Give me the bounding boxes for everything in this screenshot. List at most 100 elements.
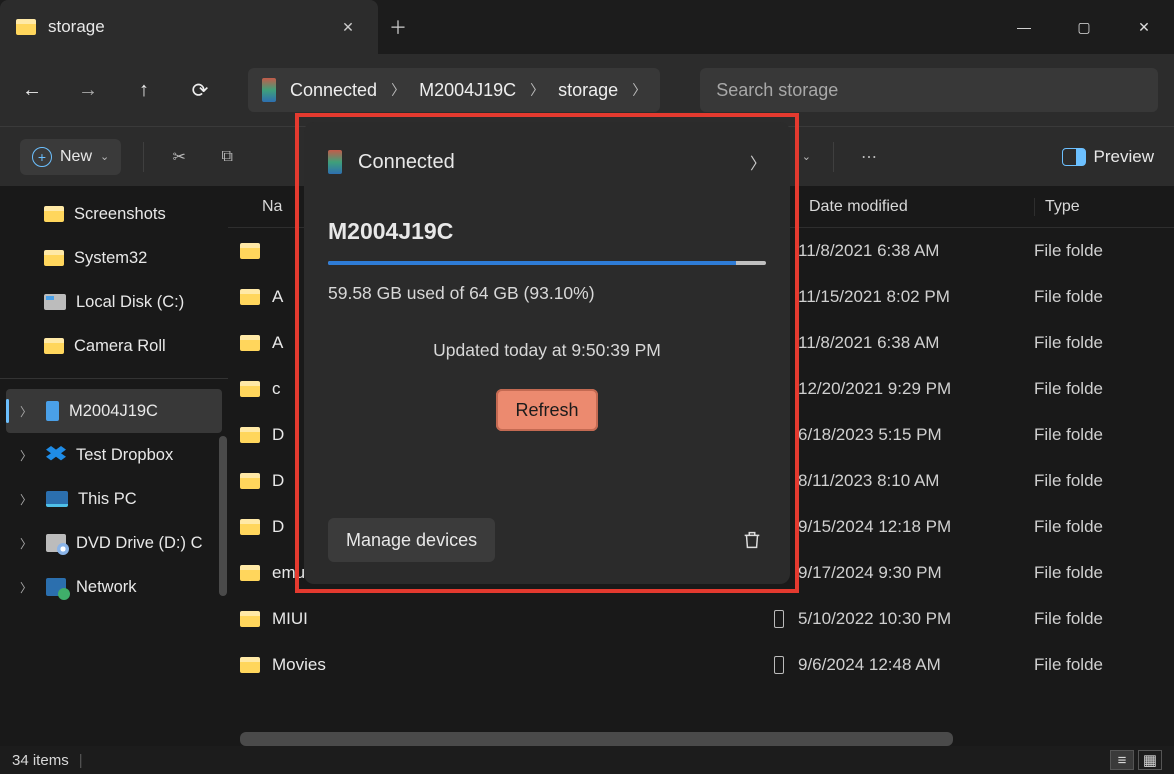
date-modified: 9/17/2024 9:30 PM [798,563,1034,583]
preview-label: Preview [1094,147,1154,167]
more-icon[interactable]: ⋯ [856,144,882,170]
sidebar-item[interactable]: 〉M2004J19C [6,389,222,433]
chevron-right-icon[interactable]: 〉 [20,535,32,552]
close-tab-icon[interactable]: ✕ [334,13,362,41]
file-name: D [272,517,284,537]
search-input[interactable]: Search storage [700,68,1158,112]
breadcrumb-storage[interactable]: storage [558,80,618,101]
device-icon [328,150,342,174]
search-placeholder: Search storage [716,80,838,101]
folder-icon [240,427,260,443]
folder-icon [240,335,260,351]
date-modified: 11/15/2021 8:02 PM [798,287,1034,307]
refresh-nav-button[interactable]: ⟳ [184,74,216,106]
folder-icon [240,611,260,627]
folder-icon [44,206,64,222]
pc-icon [46,491,68,507]
drive-icon [44,294,66,310]
tab-storage[interactable]: storage ✕ [0,0,378,54]
file-type: File folde [1034,241,1174,261]
date-modified: 12/20/2021 9:29 PM [798,379,1034,399]
folder-icon [240,519,260,535]
file-name: D [272,471,284,491]
manage-devices-button[interactable]: Manage devices [328,518,495,562]
device-panel: Connected 〉 M2004J19C 59.58 GB used of 6… [304,122,790,584]
cut-icon[interactable]: ✂ [166,144,192,170]
chevron-right-icon[interactable]: 〉 [20,447,32,464]
maximize-button[interactable]: ▢ [1054,7,1114,47]
phone-badge-icon [774,656,784,674]
chevron-right-icon[interactable]: 〉 [20,403,32,420]
sidebar-item[interactable]: Local Disk (C:) [0,280,228,324]
trash-icon[interactable] [738,526,766,554]
minimize-button[interactable]: ― [994,7,1054,47]
sidebar-scrollbar[interactable] [219,436,227,596]
dvd-icon [46,534,66,552]
file-name: MIUI [272,609,308,629]
dropbox-icon [46,446,66,464]
chevron-right-icon[interactable]: 〉 [632,80,646,100]
sidebar-item-label: Network [76,578,137,597]
folder-icon [240,243,260,259]
date-modified: 11/8/2021 6:38 AM [798,333,1034,353]
folder-icon [240,657,260,673]
sidebar-item[interactable]: 〉 DVD Drive (D:) C [0,521,228,565]
new-button[interactable]: + New ⌄ [20,139,121,175]
copy-icon[interactable]: ⧉ [214,144,240,170]
sidebar-item[interactable]: Camera Roll [0,324,228,368]
sidebar-item-label: DVD Drive (D:) C [76,534,203,553]
chevron-right-icon[interactable]: 〉 [750,150,766,174]
sidebar-item[interactable]: 〉This PC [0,477,228,521]
file-type: File folde [1034,517,1174,537]
sidebar-item[interactable]: Screenshots [0,192,228,236]
file-name: c [272,379,281,399]
divider [143,142,144,172]
table-row[interactable]: MIUI5/10/2022 10:30 PMFile folde [228,596,1174,642]
column-type[interactable]: Type [1034,198,1174,216]
up-button[interactable]: ↑ [128,74,160,106]
address-bar: ← → ↑ ⟳ Connected 〉 M2004J19C 〉 storage … [0,54,1174,126]
divider [833,142,834,172]
sidebar: ScreenshotsSystem32Local Disk (C:) Camera… [0,186,228,746]
status-bar: 34 items | ≡ ▦ [0,746,1174,774]
breadcrumb-connected[interactable]: Connected [290,80,377,101]
storage-usage: 59.58 GB used of 64 GB (93.10%) [328,283,766,304]
column-date[interactable]: Date modified [798,198,1034,216]
folder-icon [240,565,260,581]
sidebar-item[interactable]: 〉 Network [0,565,228,609]
sidebar-item-label: Camera Roll [74,337,166,356]
details-view-icon[interactable]: ≡ [1110,750,1134,770]
chevron-down-icon: ⌄ [100,150,109,163]
forward-button[interactable]: → [72,74,104,106]
chevron-down-icon: ⌄ [802,150,811,163]
phone-badge-icon [774,610,784,628]
folder-icon [240,473,260,489]
back-button[interactable]: ← [16,74,48,106]
content-scrollbar[interactable] [240,732,1154,746]
breadcrumb-device[interactable]: M2004J19C [419,80,516,101]
table-row[interactable]: Movies9/6/2024 12:48 AMFile folde [228,642,1174,688]
sidebar-item[interactable]: 〉Test Dropbox [0,433,228,477]
chevron-right-icon[interactable]: 〉 [20,579,32,596]
net-icon [46,578,66,596]
plus-circle-icon: + [32,147,52,167]
chevron-right-icon[interactable]: 〉 [530,80,544,100]
close-window-button[interactable]: ✕ [1114,7,1174,47]
device-name: M2004J19C [328,218,766,245]
preview-toggle[interactable]: Preview [1062,147,1154,167]
file-type: File folde [1034,287,1174,307]
file-name: D [272,425,284,445]
refresh-button[interactable]: Refresh [496,389,598,431]
chevron-right-icon[interactable]: 〉 [20,491,32,508]
chevron-right-icon[interactable]: 〉 [391,80,405,100]
new-tab-button[interactable]: ＋ [378,14,418,40]
file-type: File folde [1034,333,1174,353]
folder-icon [240,289,260,305]
file-name: A [272,287,283,307]
titlebar: storage ✕ ＋ ― ▢ ✕ [0,0,1174,54]
sidebar-item[interactable]: System32 [0,236,228,280]
breadcrumb[interactable]: Connected 〉 M2004J19C 〉 storage 〉 [248,68,660,112]
item-count: 34 items [12,752,69,769]
device-icon [262,78,276,102]
grid-view-icon[interactable]: ▦ [1138,750,1162,770]
